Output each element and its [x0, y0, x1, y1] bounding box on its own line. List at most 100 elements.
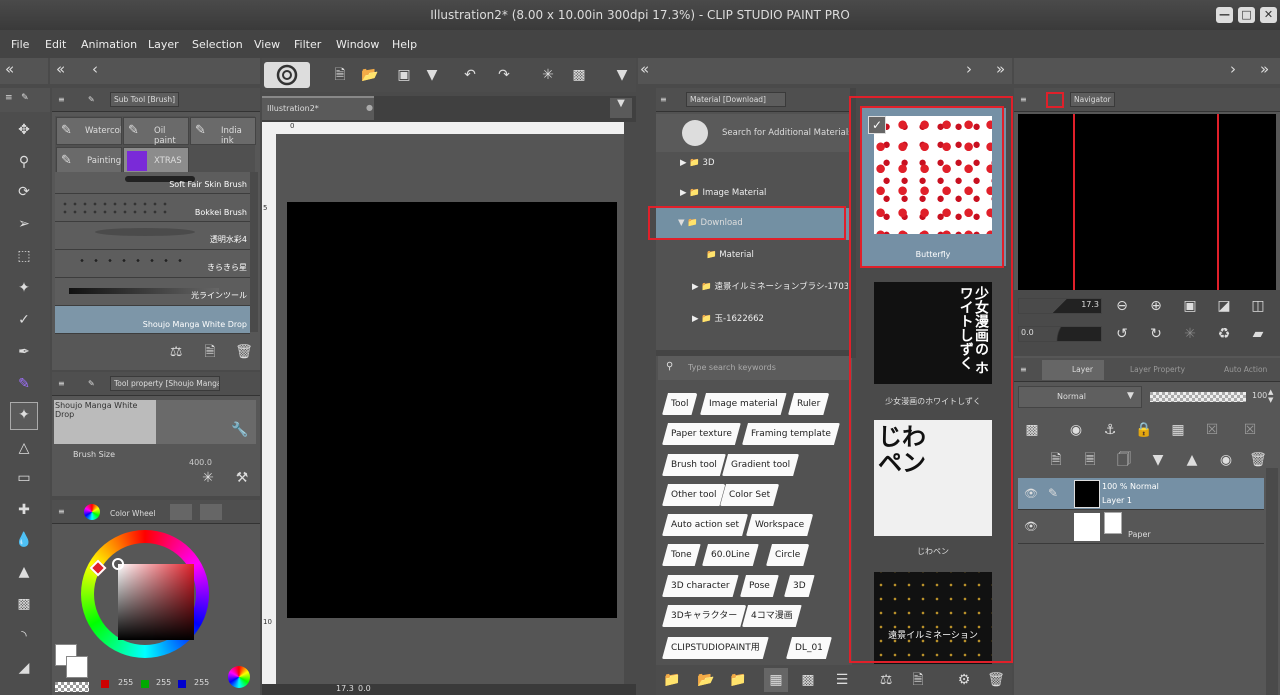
document-tab[interactable]: Illustration2* ●	[262, 96, 374, 120]
reference-layer-icon[interactable]: ⚓	[1098, 418, 1122, 442]
paste-material-icon[interactable]: ⚖	[874, 668, 898, 692]
tree-material[interactable]: 📁 Material	[706, 250, 754, 260]
combine-layer-icon[interactable]: ▲	[1180, 448, 1204, 472]
folder-icon[interactable]: 📁	[660, 668, 684, 692]
clip-studio-button[interactable]	[264, 62, 310, 88]
rotate-left-icon[interactable]: ↺	[1110, 322, 1134, 346]
fit-view-icon[interactable]: ▣	[1178, 294, 1202, 318]
brush-soft-fair-skin[interactable]: Soft Fair Skin Brush	[55, 172, 250, 194]
flip-vertical-icon[interactable]: ◫	[1246, 294, 1270, 318]
new-file-icon[interactable]: 🗎	[328, 63, 352, 87]
spinner-icon[interactable]: ✳	[196, 466, 220, 490]
create-mask-icon[interactable]: ◉	[1214, 448, 1238, 472]
tab-oil-paint[interactable]: ✎ Oil paint	[123, 117, 189, 146]
lock-transparency-icon[interactable]: ▦	[1166, 418, 1190, 442]
create-subtool-icon[interactable]: 🗎	[198, 340, 222, 364]
tab-xtras[interactable]: XTRAS	[123, 147, 189, 175]
brush-bokkei[interactable]: Bokkei Brush	[55, 194, 250, 222]
tool-settings-icon[interactable]: ⚒	[230, 466, 254, 490]
menu-file[interactable]: File	[11, 38, 29, 51]
zoom-in-icon[interactable]: ⊕	[1144, 294, 1168, 318]
folder-remove-icon[interactable]: 📁	[726, 668, 750, 692]
clear-selection-icon[interactable]: ✳	[536, 63, 560, 87]
tab-menu-icon[interactable]: ▼	[610, 98, 632, 118]
subtool-scrollbar[interactable]	[250, 172, 258, 332]
open-file-icon[interactable]: 📂	[358, 63, 382, 87]
folder-add-icon[interactable]: 📂	[694, 668, 718, 692]
opacity-spinner[interactable]: ▲ ▼	[1268, 388, 1273, 404]
tag-other-tool[interactable]: Other tool	[662, 484, 725, 506]
tab-auto-action[interactable]: Auto Action	[1200, 365, 1267, 374]
color-slider-tab-icon[interactable]	[170, 504, 192, 520]
new-folder-layer-icon[interactable]: 🗍	[1112, 448, 1136, 472]
material-property-icon[interactable]: 🗎	[906, 668, 930, 692]
transparent-color-swatch[interactable]	[55, 682, 89, 692]
tag-4koma[interactable]: 4コマ漫画	[742, 605, 802, 627]
layer-row-paper[interactable]: 👁 Paper	[1018, 510, 1264, 544]
undo-icon[interactable]: ↶	[458, 63, 482, 87]
pencil-tool-icon[interactable]: ✎	[12, 372, 36, 396]
opacity-value[interactable]: 100	[1252, 391, 1267, 400]
mask-apply-icon[interactable]: ☒	[1238, 418, 1262, 442]
tag-3d-character[interactable]: 3D character	[662, 575, 739, 597]
material-settings-icon[interactable]: ⚙	[952, 668, 976, 692]
redo-icon[interactable]: ↷	[492, 63, 516, 87]
save-icon[interactable]: ▣	[392, 63, 416, 87]
large-thumbnail-icon[interactable]: ▦	[764, 668, 788, 692]
opacity-slider[interactable]	[1150, 392, 1246, 402]
delete-subtool-icon[interactable]: 🗑	[232, 340, 256, 364]
menu-layer[interactable]: Layer	[148, 38, 179, 51]
tag-ruler[interactable]: Ruler	[788, 393, 829, 415]
brush-tool-icon[interactable]: ✦	[10, 402, 38, 430]
canvas-vscroll[interactable]	[624, 122, 636, 684]
canvas-paper[interactable]	[287, 202, 617, 618]
wrench-icon[interactable]: 🔧	[228, 418, 252, 442]
saturation-value-square[interactable]	[118, 564, 194, 640]
save-dropdown-icon[interactable]: ▼	[420, 63, 444, 87]
figure-tool-icon[interactable]: ◝	[12, 624, 36, 648]
close-button[interactable]: ✕	[1260, 7, 1277, 23]
navigator-preview[interactable]	[1018, 114, 1276, 290]
zoom-slider[interactable]: 17.3	[1018, 298, 1102, 314]
tree-illumination-brush[interactable]: ▶ 📁 遠景イルミネーションブラシ-1703174	[692, 280, 848, 292]
eraser-tool-icon[interactable]: ▭	[12, 466, 36, 490]
ruler-tool-icon[interactable]: ◢	[12, 656, 36, 680]
tab-painting[interactable]: ✎ Painting	[56, 147, 122, 175]
tag-dl-01[interactable]: DL_01	[786, 637, 832, 659]
crop-icon[interactable]: ▩	[567, 63, 591, 87]
menu-selection[interactable]: Selection	[192, 38, 243, 51]
tag-framing-template[interactable]: Framing template	[742, 423, 840, 445]
subtool-collapse-strip[interactable]: «‹	[50, 58, 260, 84]
tag-tone[interactable]: Tone	[662, 544, 701, 566]
tab-layer-property[interactable]: Layer Property	[1110, 365, 1185, 374]
tag-gradient-tool[interactable]: Gradient tool	[722, 454, 799, 476]
tag-clipstudiopaint[interactable]: CLIPSTUDIOPAINT用	[662, 637, 769, 659]
tag-circle[interactable]: Circle	[766, 544, 809, 566]
brush-shoujo-manga-white-drop[interactable]: Shoujo Manga White Drop	[55, 306, 250, 334]
menu-window[interactable]: Window	[336, 38, 379, 51]
new-vector-layer-icon[interactable]: 🗏	[1078, 448, 1102, 472]
color-picker-handle[interactable]	[112, 558, 124, 570]
brush-light-line-tool[interactable]: 光ラインツール	[55, 278, 250, 306]
menu-view[interactable]: View	[254, 38, 280, 51]
rotate-right-icon[interactable]: ↻	[1144, 322, 1168, 346]
tag-3d-character-jp[interactable]: 3Dキャラクター	[662, 605, 746, 627]
tag-pose[interactable]: Pose	[740, 575, 779, 597]
pen-tool-icon[interactable]: ✒	[12, 340, 36, 364]
list-view-icon[interactable]: ☰	[830, 668, 854, 692]
tab-layer[interactable]: Layer	[1042, 360, 1104, 380]
blend-tool-icon[interactable]: 💧	[12, 528, 36, 552]
object-tool-icon[interactable]: ➢	[12, 212, 36, 236]
tag-auto-action-set[interactable]: Auto action set	[662, 514, 748, 536]
reset-rotation-icon[interactable]: ✳	[1178, 322, 1202, 346]
maximize-button[interactable]: □	[1238, 7, 1255, 23]
new-raster-layer-icon[interactable]: 🗎	[1044, 448, 1068, 472]
tag-image-material[interactable]: Image material	[700, 393, 787, 415]
flip-horizontal-icon[interactable]: ◪	[1212, 294, 1236, 318]
tree-3d[interactable]: ▶ 📁 3D	[680, 158, 714, 168]
minimize-button[interactable]: —	[1216, 7, 1233, 23]
delete-material-icon[interactable]: 🗑	[984, 668, 1008, 692]
selection-tool-icon[interactable]: ⬚	[12, 244, 36, 268]
tag-paper-texture[interactable]: Paper texture	[662, 423, 741, 445]
transfer-down-icon[interactable]: ▼	[1146, 448, 1170, 472]
